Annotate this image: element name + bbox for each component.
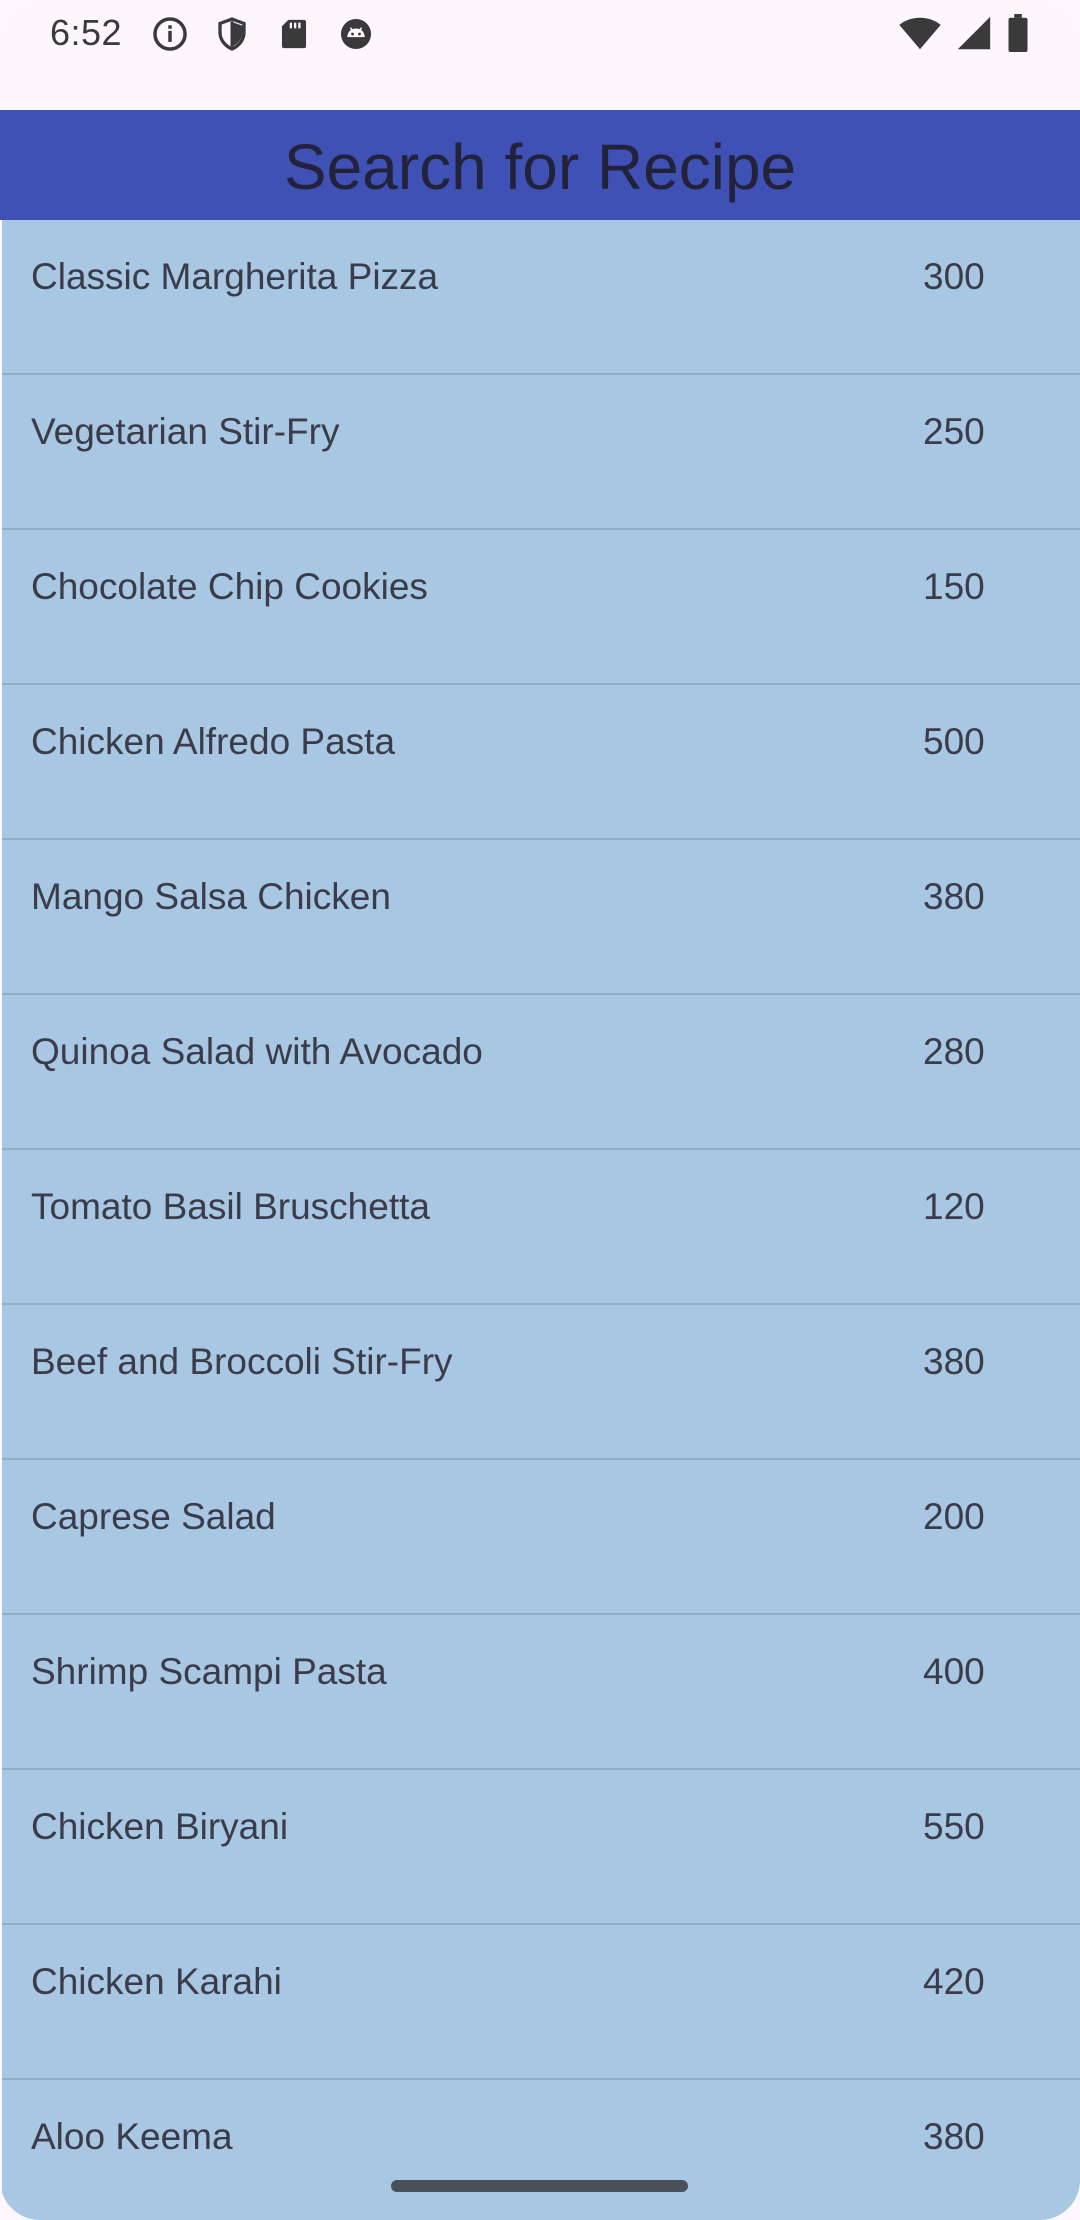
recipe-calories: 380 bbox=[923, 876, 985, 917]
recipe-name: Tomato Basil Bruschetta bbox=[31, 1186, 430, 1227]
list-item[interactable]: Chicken Biryani 550 bbox=[2, 1770, 1080, 1925]
info-icon bbox=[150, 14, 190, 54]
list-item[interactable]: Chicken Karahi 420 bbox=[2, 1925, 1080, 2080]
recipe-calories: 550 bbox=[923, 1806, 985, 1847]
recipe-calories: 250 bbox=[923, 411, 985, 452]
recipe-name: Shrimp Scampi Pasta bbox=[31, 1651, 387, 1692]
wifi-icon bbox=[898, 15, 942, 56]
recipe-name: Beef and Broccoli Stir-Fry bbox=[31, 1341, 453, 1382]
recipe-calories: 150 bbox=[923, 566, 985, 607]
list-item[interactable]: Quinoa Salad with Avocado 280 bbox=[2, 995, 1080, 1150]
status-time: 6:52 bbox=[50, 12, 123, 53]
recipe-calories: 380 bbox=[923, 1341, 985, 1382]
list-item[interactable]: Aloo Keema 380 bbox=[2, 2080, 1080, 2220]
recipe-calories: 200 bbox=[923, 1496, 985, 1537]
recipe-calories: 120 bbox=[923, 1186, 985, 1227]
list-item[interactable]: Beef and Broccoli Stir-Fry 380 bbox=[2, 1305, 1080, 1460]
list-item[interactable]: Chicken Alfredo Pasta 500 bbox=[2, 685, 1080, 840]
home-indicator[interactable] bbox=[391, 2180, 688, 2192]
recipe-calories: 400 bbox=[923, 1651, 985, 1692]
recipe-list[interactable]: Classic Margherita Pizza 300 Vegetarian St… bbox=[2, 220, 1080, 2220]
recipe-name: Caprese Salad bbox=[31, 1496, 276, 1537]
recipe-calories: 280 bbox=[923, 1031, 985, 1072]
status-bar: 6:52 bbox=[0, 0, 1080, 110]
cellular-signal-icon bbox=[956, 15, 992, 56]
app-bar: Search for Recipe bbox=[0, 110, 1080, 220]
android-debug-icon bbox=[336, 14, 376, 54]
recipe-name: Aloo Keema bbox=[31, 2116, 233, 2157]
status-icons-left bbox=[150, 14, 376, 54]
shield-icon bbox=[212, 14, 252, 54]
recipe-name: Vegetarian Stir-Fry bbox=[31, 411, 340, 452]
recipe-name: Chicken Alfredo Pasta bbox=[31, 721, 396, 762]
recipe-name: Chocolate Chip Cookies bbox=[31, 566, 428, 607]
recipe-calories: 500 bbox=[923, 721, 985, 762]
recipe-name: Classic Margherita Pizza bbox=[31, 256, 439, 297]
list-item[interactable]: Classic Margherita Pizza 300 bbox=[2, 220, 1080, 375]
list-item[interactable]: Shrimp Scampi Pasta 400 bbox=[2, 1615, 1080, 1770]
recipe-calories: 300 bbox=[923, 256, 985, 297]
recipe-name: Quinoa Salad with Avocado bbox=[31, 1031, 483, 1072]
recipe-name: Chicken Karahi bbox=[31, 1961, 282, 2002]
sd-card-icon bbox=[274, 14, 314, 54]
status-icons-right bbox=[898, 14, 1030, 57]
list-item[interactable]: Vegetarian Stir-Fry 250 bbox=[2, 375, 1080, 530]
recipe-calories: 380 bbox=[923, 2116, 985, 2157]
recipe-name: Mango Salsa Chicken bbox=[31, 876, 391, 917]
list-item[interactable]: Chocolate Chip Cookies 150 bbox=[2, 530, 1080, 685]
battery-icon bbox=[1006, 14, 1030, 57]
recipe-calories: 420 bbox=[923, 1961, 985, 2002]
recipe-name: Chicken Biryani bbox=[31, 1806, 289, 1847]
list-item[interactable]: Mango Salsa Chicken 380 bbox=[2, 840, 1080, 995]
page-title: Search for Recipe bbox=[283, 131, 797, 203]
phone-screen: 6:52 Search for Recipe Classic Margherit… bbox=[0, 0, 1080, 2220]
list-item[interactable]: Caprese Salad 200 bbox=[2, 1460, 1080, 1615]
list-item[interactable]: Tomato Basil Bruschetta 120 bbox=[2, 1150, 1080, 1305]
